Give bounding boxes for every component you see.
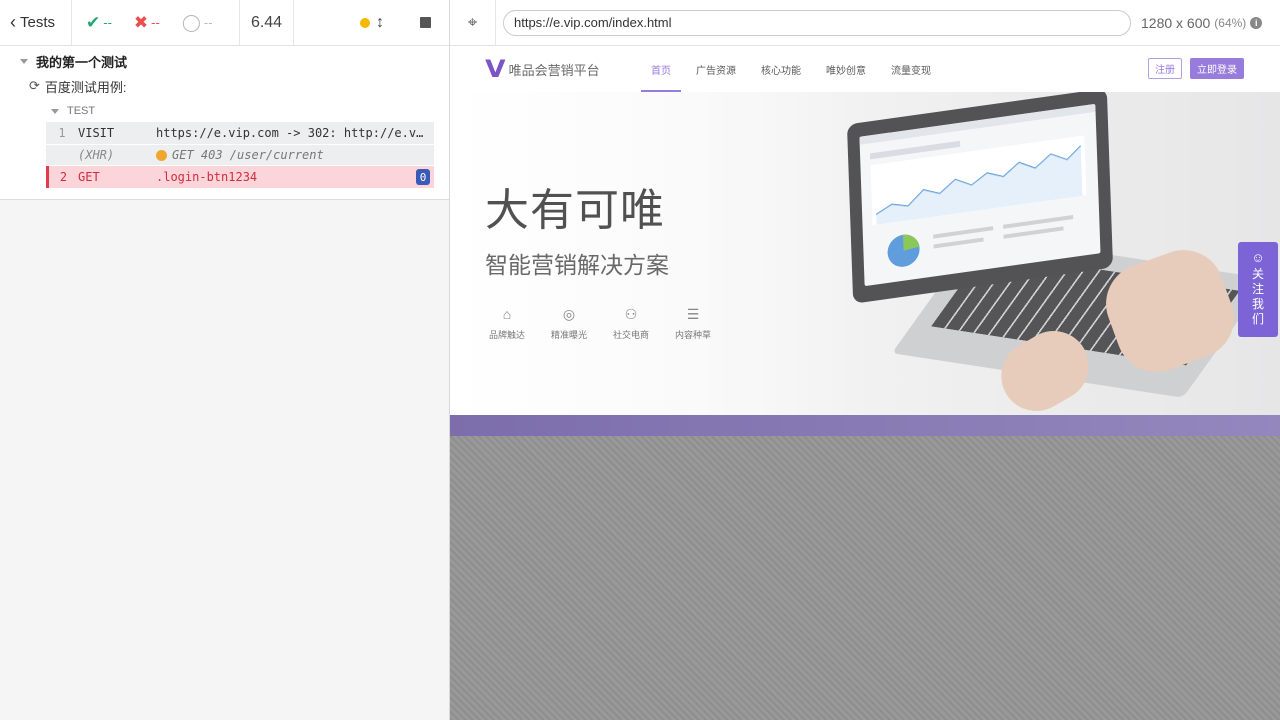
command-list: TEST 1 VISIT https://e.vip.com -> 302: h…	[46, 100, 434, 188]
aut-header: ⌖ https://e.vip.com/index.html 1280 x 60…	[450, 0, 1280, 46]
url-bar[interactable]: https://e.vip.com/index.html	[503, 9, 1131, 36]
nav-item-home[interactable]: 首页	[641, 46, 681, 92]
url-text: https://e.vip.com/index.html	[514, 15, 672, 30]
auth-buttons: 注册 立即登录	[1148, 58, 1244, 79]
follow-char: 注	[1251, 282, 1264, 296]
elements-count-badge: 0	[416, 169, 430, 185]
x-icon: ✖	[133, 12, 149, 32]
collapse-triangle-icon	[51, 108, 59, 114]
feature-content: ☰ 内容种草	[671, 306, 715, 341]
feature-list: ⌂ 品牌触达 ◎ 精准曝光 ⚇ 社交电商 ☰ 内容种草	[485, 306, 715, 341]
viewport-info: 1280 x 600 (64%) i	[1141, 14, 1263, 31]
feature-social: ⚇ 社交电商	[609, 306, 653, 341]
nav-item-core-features[interactable]: 核心功能	[751, 46, 811, 92]
command-row-get-failed[interactable]: 2 GET .login-btn1234 0	[46, 166, 434, 188]
auto-scroll-icon[interactable]: ↕	[376, 14, 384, 32]
document-icon: ☰	[686, 306, 700, 322]
command-name: (XHR)	[78, 148, 115, 162]
passed-stat: ✔ --	[86, 13, 112, 33]
test-section-label: TEST	[67, 105, 96, 117]
feature-label: 社交电商	[612, 330, 649, 340]
command-row-visit[interactable]: 1 VISIT https://e.vip.com -> 302: http:/…	[46, 122, 434, 144]
runnables: 我的第一个测试 ⟳ 百度测试用例: TEST 1 VISIT https://e…	[0, 46, 449, 200]
command-name: GET	[78, 170, 100, 184]
login-button[interactable]: 立即登录	[1190, 58, 1244, 79]
follow-char: 我	[1251, 297, 1264, 311]
running-spinner-icon: ⟳	[29, 78, 40, 93]
passed-count: --	[103, 15, 112, 30]
failed-count: --	[151, 15, 160, 30]
tests-label: Tests	[20, 14, 56, 31]
tests-back-button[interactable]: ‹ Tests	[0, 0, 72, 45]
feature-brand: ⌂ 品牌触达	[485, 306, 529, 341]
pending-count: --	[203, 15, 213, 30]
reporter-header: ‹ Tests ✔ -- ✖ -- ◯ -- 6.44 ↕	[0, 0, 449, 46]
test-title[interactable]: ⟳ 百度测试用例:	[0, 72, 449, 100]
command-message: .login-btn1234	[156, 170, 258, 184]
command-message: https://e.vip.com -> 302: http://e.v…	[156, 126, 424, 140]
feature-precise: ◎ 精准曝光	[547, 306, 591, 341]
follow-char: 们	[1251, 312, 1264, 326]
tag-icon: ⌂	[502, 306, 512, 322]
pending-circle-icon: ◯	[181, 12, 201, 32]
logo-text: 唯品会营销平台	[508, 62, 600, 78]
command-message-wrap: GET 403 /user/current	[156, 148, 434, 162]
stop-button[interactable]	[420, 17, 431, 28]
selector-playground-button[interactable]: ⌖	[450, 0, 496, 46]
crosshair-icon: ⌖	[467, 12, 478, 32]
site-nav: V 唯品会营销平台 首页 广告资源 核心功能 唯妙创意 流量变现 注册 立即登录	[450, 46, 1280, 92]
follow-char: 关	[1251, 267, 1264, 281]
suite-title-text: 我的第一个测试	[36, 54, 128, 70]
test-stats: ✔ -- ✖ -- ◯ --	[72, 0, 240, 45]
feature-label: 精准曝光	[550, 330, 587, 340]
site-logo[interactable]: V 唯品会营销平台	[485, 55, 641, 83]
viewport-empty-area	[450, 436, 1280, 720]
nav-item-traffic[interactable]: 流量变现	[881, 46, 941, 92]
hero-title: 大有可唯	[485, 186, 665, 235]
feature-label: 品牌触达	[488, 330, 525, 340]
site-nav-items: 首页 广告资源 核心功能 唯妙创意 流量变现	[641, 46, 946, 92]
test-title-text: 百度测试用例:	[44, 79, 127, 95]
command-row-xhr[interactable]: (XHR) GET 403 /user/current	[46, 145, 434, 165]
reporter-panel: ‹ Tests ✔ -- ✖ -- ◯ -- 6.44 ↕ 我的第一个测试 ⟳ …	[0, 0, 450, 720]
chevron-left-icon: ‹	[10, 12, 16, 32]
command-number: 1	[58, 126, 66, 140]
feature-label: 内容种草	[674, 330, 711, 340]
collapse-triangle-icon	[20, 58, 28, 64]
target-icon: ◎	[562, 306, 576, 322]
nav-item-ad-resources[interactable]: 广告资源	[686, 46, 746, 92]
test-section-header[interactable]: TEST	[46, 100, 434, 122]
duration: 6.44	[240, 0, 294, 45]
site-frame: V 唯品会营销平台 首页 广告资源 核心功能 唯妙创意 流量变现 注册 立即登录	[450, 46, 1280, 436]
info-icon[interactable]: i	[1250, 16, 1263, 29]
viewport-size: 1280 x 600	[1141, 14, 1211, 31]
viewport-scale: (64%)	[1214, 15, 1247, 30]
suite-title[interactable]: 我的第一个测试	[0, 46, 449, 72]
failed-stat: ✖ --	[134, 13, 160, 33]
laptop-illustration	[846, 92, 1270, 415]
command-name: VISIT	[78, 126, 115, 140]
hero-subtitle: 智能营销解决方案	[485, 252, 669, 278]
follow-us-widget[interactable]: ☺ 关 注 我 们	[1238, 242, 1278, 337]
aut-panel: ⌖ https://e.vip.com/index.html 1280 x 60…	[450, 0, 1280, 720]
vip-logo-icon: V	[485, 55, 506, 83]
running-indicator-icon	[360, 17, 370, 28]
check-icon: ✔	[86, 12, 101, 32]
reporter-controls: ↕	[294, 0, 449, 45]
xhr-status-icon	[156, 149, 167, 161]
hero-banner: 大有可唯 智能营销解决方案 ⌂ 品牌触达 ◎ 精准曝光 ⚇ 社交电商 ☰ 内容种…	[450, 92, 1280, 415]
users-icon: ⚇	[624, 306, 638, 322]
nav-item-creative[interactable]: 唯妙创意	[816, 46, 876, 92]
pending-stat: ◯ --	[182, 13, 213, 33]
register-button[interactable]: 注册	[1148, 58, 1182, 79]
command-number: 2	[59, 170, 68, 184]
purple-band	[450, 415, 1280, 436]
command-message: GET 403 /user/current	[172, 148, 324, 162]
wechat-icon: ☺	[1251, 250, 1265, 265]
laptop-screen	[846, 92, 1114, 304]
